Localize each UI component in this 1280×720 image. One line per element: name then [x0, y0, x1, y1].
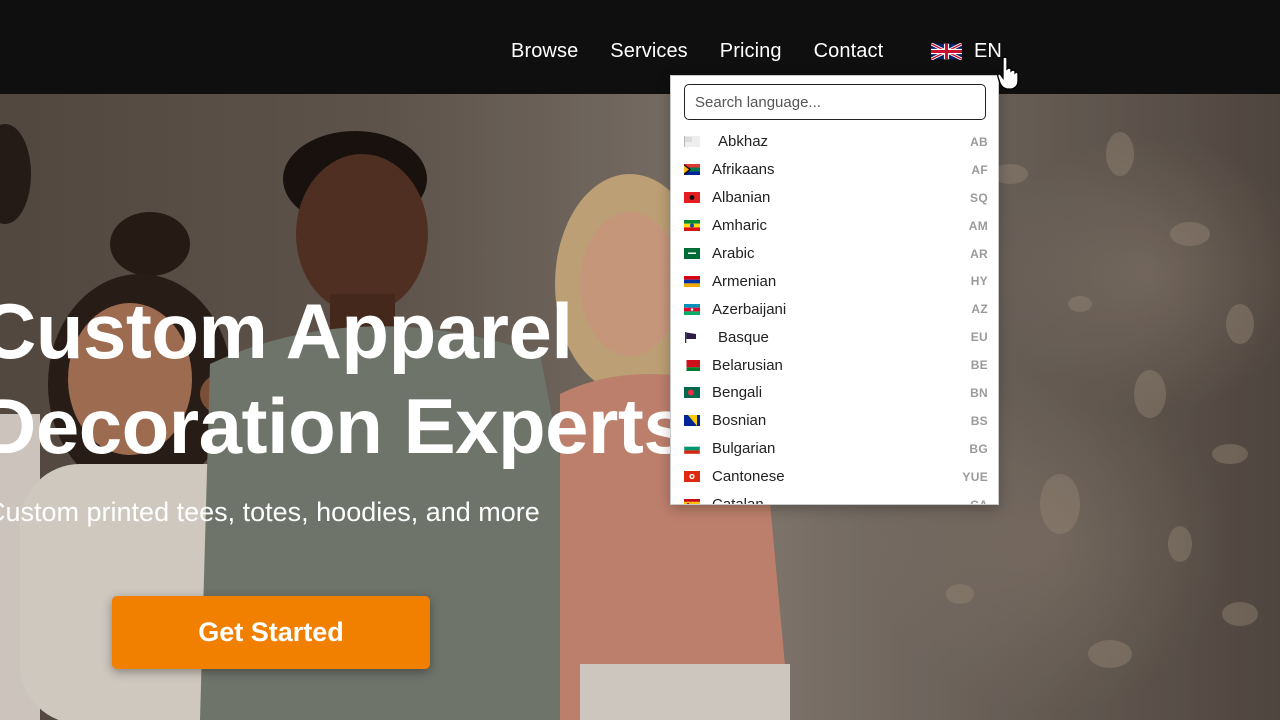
saudi-arabia-flag-icon	[684, 248, 700, 259]
hero-title: Custom Apparel Decoration Experts	[0, 284, 687, 474]
belarus-flag-icon	[684, 359, 700, 371]
language-item-basque[interactable]: Basque EU	[671, 323, 998, 351]
language-item-abkhaz[interactable]: Abkhaz AB	[671, 128, 998, 156]
language-item-azerbaijani[interactable]: Azerbaijani AZ	[671, 295, 998, 323]
hero-title-line-1: Custom Apparel	[0, 287, 573, 375]
hong-kong-flag-icon	[684, 471, 700, 483]
site-header: Browse Services Pricing Contact EN	[0, 0, 1280, 94]
hand-pointer-cursor-icon	[997, 56, 1019, 90]
language-item-belarusian[interactable]: Belarusian BE	[671, 351, 998, 379]
language-item-cantonese[interactable]: Cantonese YUE	[671, 463, 998, 491]
basque-flag-icon	[685, 331, 696, 343]
abkhaz-flag-icon	[684, 136, 700, 148]
language-item-bengali[interactable]: Bengali BN	[671, 379, 998, 407]
spain-flag-icon	[684, 499, 700, 504]
albania-flag-icon	[684, 192, 700, 204]
nav-browse-link[interactable]: Browse	[511, 40, 578, 63]
ethiopia-flag-icon	[684, 220, 700, 232]
armenia-flag-icon	[684, 275, 700, 287]
bulgaria-flag-icon	[684, 443, 700, 455]
language-dropdown: Abkhaz AB Afrikaans AF Albanian SQ Amhar…	[670, 75, 999, 505]
language-search-input[interactable]	[684, 84, 986, 120]
hero-section: Custom Apparel Decoration Experts Custom…	[0, 94, 1280, 720]
nav-services-link[interactable]: Services	[610, 40, 688, 63]
hero-subtitle: Custom printed tees, totes, hoodies, and…	[0, 497, 540, 527]
language-item-amharic[interactable]: Amharic AM	[671, 212, 998, 240]
get-started-button[interactable]: Get Started	[112, 596, 430, 669]
language-item-catalan[interactable]: Catalan CA	[671, 491, 998, 504]
language-item-afrikaans[interactable]: Afrikaans AF	[671, 156, 998, 184]
uk-flag-icon	[931, 43, 962, 60]
south-africa-flag-icon	[684, 164, 700, 176]
language-item-armenian[interactable]: Armenian HY	[671, 267, 998, 295]
bangladesh-flag-icon	[684, 387, 700, 399]
language-item-arabic[interactable]: Arabic AR	[671, 240, 998, 268]
language-item-albanian[interactable]: Albanian SQ	[671, 184, 998, 212]
language-toggle[interactable]: EN	[931, 40, 1002, 63]
language-list: Abkhaz AB Afrikaans AF Albanian SQ Amhar…	[671, 128, 998, 504]
language-item-bulgarian[interactable]: Bulgarian BG	[671, 435, 998, 463]
main-nav: Browse Services Pricing Contact	[511, 40, 883, 63]
azerbaijan-flag-icon	[684, 303, 700, 315]
nav-contact-link[interactable]: Contact	[814, 40, 884, 63]
language-item-bosnian[interactable]: Bosnian BS	[671, 407, 998, 435]
hero-title-line-2: Decoration Experts	[0, 382, 687, 470]
nav-pricing-link[interactable]: Pricing	[720, 40, 782, 63]
bosnia-flag-icon	[684, 415, 700, 427]
